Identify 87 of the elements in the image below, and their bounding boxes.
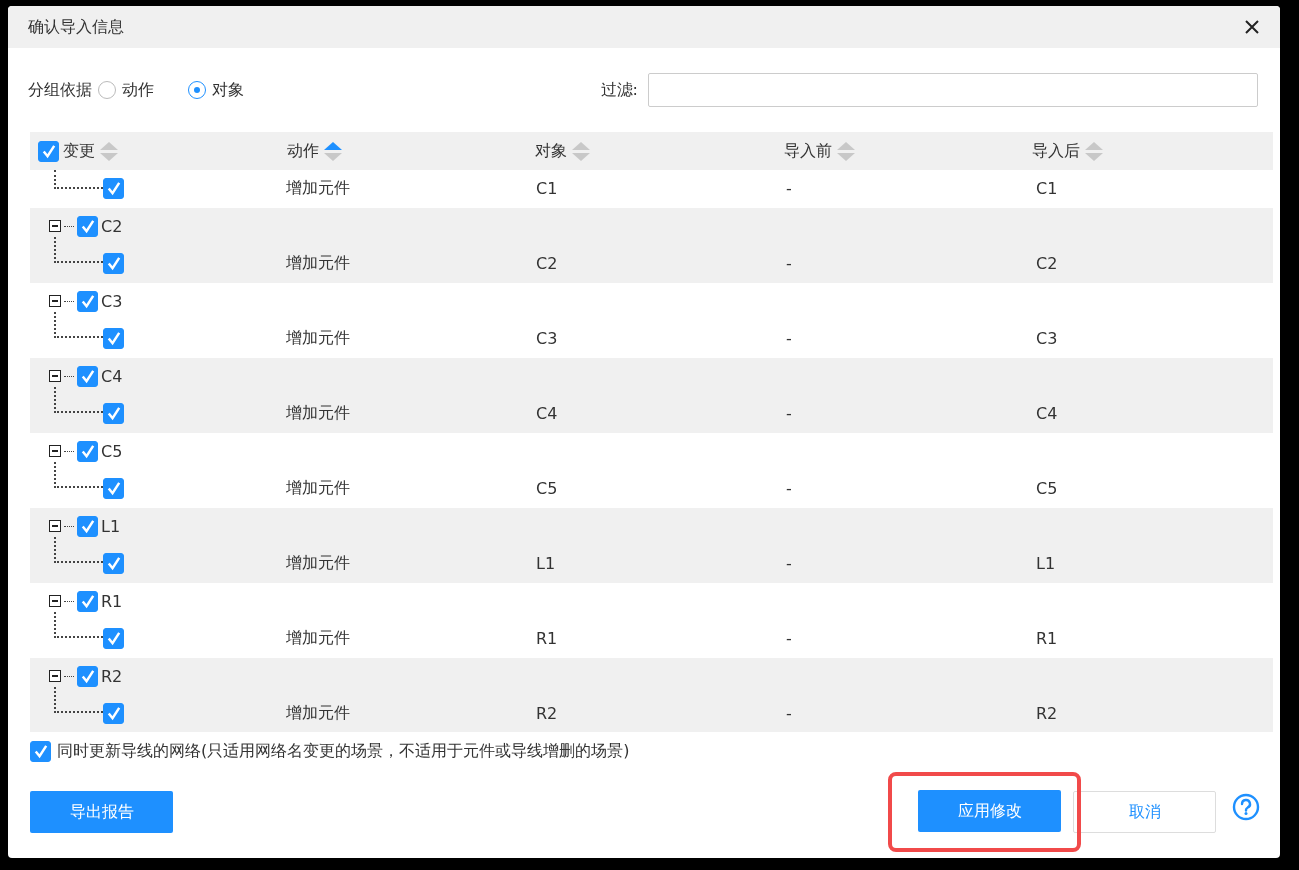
group-label: C3 bbox=[101, 291, 123, 311]
group-label: C4 bbox=[101, 366, 123, 386]
tree-line bbox=[64, 450, 74, 452]
group-label: C5 bbox=[101, 441, 123, 461]
group-label: R1 bbox=[101, 591, 123, 611]
collapse-icon[interactable] bbox=[49, 520, 61, 533]
table-cell: - bbox=[786, 404, 792, 424]
row-checkbox[interactable] bbox=[77, 215, 98, 237]
table-cell: C1 bbox=[1036, 179, 1058, 199]
collapse-icon[interactable] bbox=[49, 295, 61, 308]
collapse-icon[interactable] bbox=[49, 220, 61, 233]
radio-label: 动作 bbox=[122, 79, 154, 101]
table-cell: C3 bbox=[536, 329, 558, 349]
row-checkbox[interactable] bbox=[103, 553, 124, 575]
table-cell: - bbox=[786, 704, 792, 724]
row-checkbox[interactable] bbox=[103, 403, 124, 425]
window-title: 确认导入信息 bbox=[28, 16, 125, 38]
table-cell: R1 bbox=[536, 629, 558, 649]
table-cell: - bbox=[786, 629, 792, 649]
sort-icon[interactable] bbox=[322, 140, 343, 162]
table-cell: - bbox=[786, 479, 792, 499]
row-checkbox[interactable] bbox=[77, 515, 98, 537]
update-nets-label: 同时更新导线的网络(只适用网络名变更的场景，不适用于元件或导线增删的场景) bbox=[57, 740, 630, 762]
column-header[interactable]: 对象 bbox=[535, 140, 568, 162]
table-cell: C5 bbox=[1036, 479, 1058, 499]
close-icon[interactable] bbox=[1244, 19, 1260, 35]
row-checkbox[interactable] bbox=[103, 703, 124, 725]
group-by-label: 分组依据 bbox=[28, 79, 92, 101]
table-cell: C3 bbox=[1036, 329, 1058, 349]
table-cell: R2 bbox=[1036, 704, 1058, 724]
table-cell: 增加元件 bbox=[286, 403, 350, 423]
column-header[interactable]: 变更 bbox=[63, 140, 95, 162]
table-cell: - bbox=[786, 554, 792, 574]
tree-line bbox=[64, 600, 74, 602]
row-checkbox[interactable] bbox=[103, 478, 124, 500]
collapse-icon[interactable] bbox=[49, 445, 61, 458]
row-checkbox[interactable] bbox=[77, 440, 98, 462]
tree-line bbox=[64, 675, 74, 677]
radio-option[interactable]: 对象 bbox=[188, 79, 244, 101]
filter-field[interactable] bbox=[648, 73, 1258, 107]
table-cell: - bbox=[786, 254, 792, 274]
column-header[interactable]: 导入后 bbox=[1032, 140, 1081, 162]
table-cell: 增加元件 bbox=[286, 553, 350, 573]
group-label: L1 bbox=[101, 516, 121, 536]
filter-label: 过滤: bbox=[600, 79, 638, 101]
row-checkbox[interactable] bbox=[77, 290, 98, 312]
tree-line bbox=[64, 300, 74, 302]
table-cell: - bbox=[786, 179, 792, 199]
collapse-icon[interactable] bbox=[49, 670, 61, 683]
row-checkbox[interactable] bbox=[103, 178, 124, 200]
table-cell: 增加元件 bbox=[286, 478, 350, 498]
column-header[interactable]: 导入前 bbox=[783, 140, 832, 162]
header-checkbox[interactable] bbox=[38, 140, 59, 162]
radio-label: 对象 bbox=[212, 79, 244, 101]
help-icon[interactable] bbox=[1232, 793, 1260, 821]
table-cell: C5 bbox=[536, 479, 558, 499]
row-checkbox[interactable] bbox=[103, 253, 124, 275]
collapse-icon[interactable] bbox=[49, 370, 61, 383]
tree-line bbox=[64, 225, 74, 227]
table-cell: C4 bbox=[1036, 404, 1058, 424]
table-cell: C1 bbox=[536, 179, 558, 199]
group-label: C2 bbox=[101, 216, 123, 236]
table-cell: 增加元件 bbox=[286, 253, 350, 273]
radio-option[interactable]: 动作 bbox=[98, 79, 154, 101]
table-cell: 增加元件 bbox=[286, 628, 350, 648]
table-cell: C2 bbox=[1036, 254, 1058, 274]
update-nets-checkbox[interactable] bbox=[30, 740, 51, 762]
row-checkbox[interactable] bbox=[103, 628, 124, 650]
table-cell: R2 bbox=[536, 704, 558, 724]
table-cell: 增加元件 bbox=[286, 703, 350, 723]
table-cell: L1 bbox=[536, 554, 556, 574]
collapse-icon[interactable] bbox=[49, 595, 61, 608]
tree-line bbox=[64, 375, 74, 377]
table-cell: 增加元件 bbox=[286, 328, 350, 348]
row-checkbox[interactable] bbox=[77, 665, 98, 687]
table-cell: C4 bbox=[536, 404, 558, 424]
table-cell: 增加元件 bbox=[286, 178, 350, 198]
row-checkbox[interactable] bbox=[103, 328, 124, 350]
table-cell: C2 bbox=[536, 254, 558, 274]
table-cell: L1 bbox=[1036, 554, 1056, 574]
column-header[interactable]: 动作 bbox=[286, 140, 319, 162]
row-checkbox[interactable] bbox=[77, 590, 98, 612]
tree-line bbox=[64, 525, 74, 527]
row-checkbox[interactable] bbox=[77, 365, 98, 387]
table-cell: R1 bbox=[1036, 629, 1058, 649]
table-cell: - bbox=[786, 329, 792, 349]
group-label: R2 bbox=[101, 666, 123, 686]
